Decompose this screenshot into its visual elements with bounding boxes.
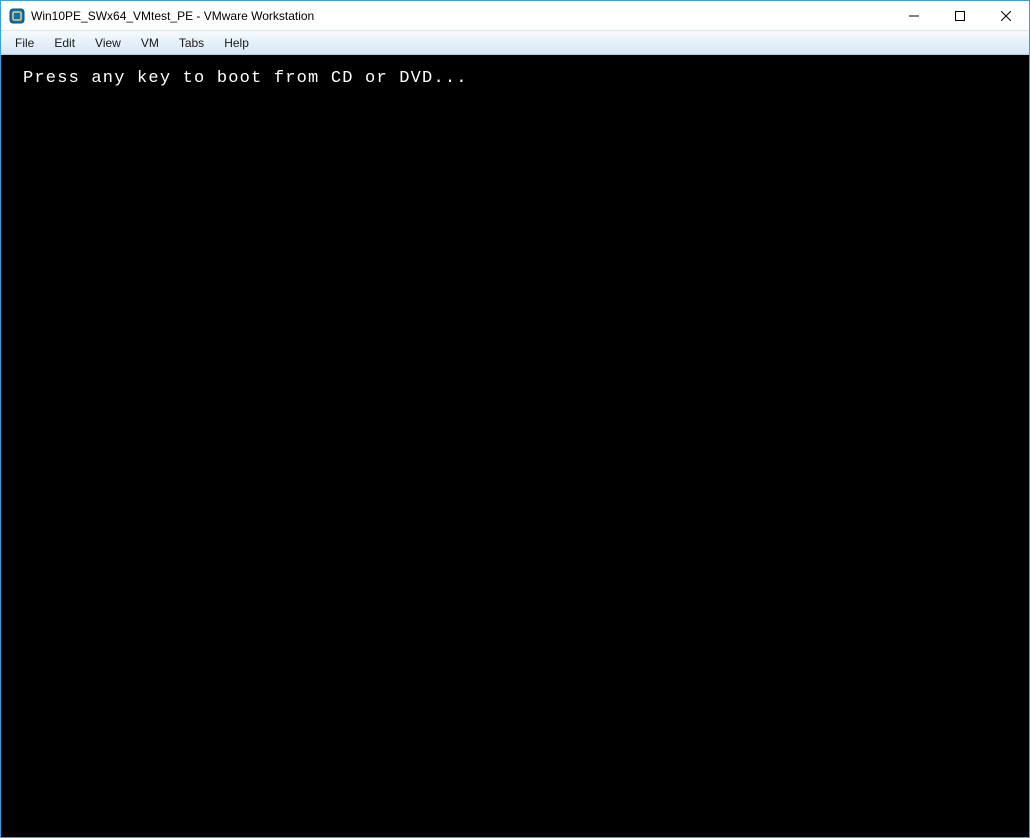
window-controls bbox=[891, 1, 1029, 30]
window-title: Win10PE_SWx64_VMtest_PE - VMware Worksta… bbox=[31, 9, 891, 23]
menu-help[interactable]: Help bbox=[214, 33, 259, 53]
boot-prompt-text: Press any key to boot from CD or DVD... bbox=[23, 69, 1007, 88]
menubar: File Edit View VM Tabs Help bbox=[1, 31, 1029, 55]
minimize-button[interactable] bbox=[891, 1, 937, 30]
close-icon bbox=[1001, 11, 1011, 21]
maximize-icon bbox=[955, 11, 965, 21]
menu-vm[interactable]: VM bbox=[131, 33, 169, 53]
close-button[interactable] bbox=[983, 1, 1029, 30]
minimize-icon bbox=[909, 11, 919, 21]
vm-display-area[interactable]: Press any key to boot from CD or DVD... bbox=[1, 55, 1029, 837]
maximize-button[interactable] bbox=[937, 1, 983, 30]
menu-file[interactable]: File bbox=[5, 33, 44, 53]
app-window: Win10PE_SWx64_VMtest_PE - VMware Worksta… bbox=[0, 0, 1030, 838]
menu-view[interactable]: View bbox=[85, 33, 131, 53]
titlebar[interactable]: Win10PE_SWx64_VMtest_PE - VMware Worksta… bbox=[1, 1, 1029, 31]
menu-tabs[interactable]: Tabs bbox=[169, 33, 214, 53]
app-icon bbox=[9, 8, 25, 24]
menu-edit[interactable]: Edit bbox=[44, 33, 85, 53]
